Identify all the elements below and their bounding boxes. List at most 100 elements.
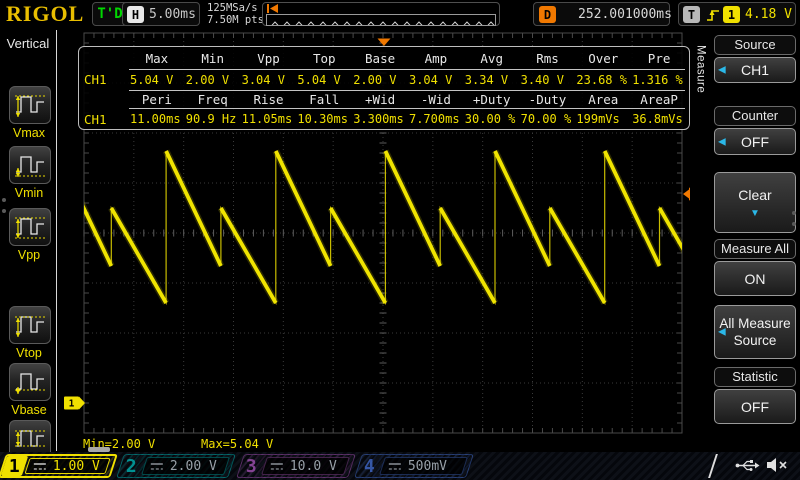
- menu-button-measure-all[interactable]: ON: [714, 261, 796, 296]
- softkey-vtop[interactable]: [9, 306, 51, 344]
- horizontal-badge: H: [127, 6, 144, 23]
- vpp-icon: [13, 213, 47, 241]
- trigger-position-marker[interactable]: [378, 39, 391, 47]
- measure-col-header: Pre: [631, 51, 687, 66]
- measure-col-header: Max: [129, 51, 185, 66]
- chevron-down-icon: ▼: [750, 209, 760, 219]
- max-measurement-label: Max=5.04 V: [201, 437, 273, 451]
- ch1-ground-marker[interactable]: 1: [64, 397, 85, 410]
- menu-title-statistic: Statistic: [714, 367, 796, 387]
- measure-col-header: Amp: [408, 51, 464, 66]
- channel-scale-box: 10.0 V: [261, 457, 350, 475]
- menu-button-statistic[interactable]: OFF: [714, 389, 796, 424]
- measure-col-header: AreaP: [631, 92, 687, 107]
- channel-scale-box: 2.00 V: [141, 457, 230, 475]
- measure-col-header: +Wid: [352, 92, 408, 107]
- vtop-icon: [13, 311, 47, 339]
- measure-col-header: Fall: [296, 92, 352, 107]
- menu-item-all-measure[interactable]: All MeasureSource◀: [714, 305, 796, 359]
- delay-value: 252.001000ms: [578, 7, 672, 22]
- menu-title-measure-all: Measure All: [714, 239, 796, 259]
- menu-button-all-measure[interactable]: All MeasureSource◀: [714, 305, 796, 359]
- menu-item-clear[interactable]: Clear▼: [714, 172, 796, 233]
- menu-item-measure-all[interactable]: Measure AllON: [714, 239, 796, 296]
- channel-scale-box: 1.00 V: [24, 458, 110, 474]
- channel-scale-box: 500mV: [379, 457, 468, 475]
- dc-coupling-icon: [150, 462, 164, 471]
- channel-status-2[interactable]: 22.00 V: [116, 454, 236, 478]
- menu-button-counter[interactable]: OFF◀: [714, 128, 796, 155]
- channel-scale-value: 2.00 V: [170, 459, 217, 474]
- channel-status-4[interactable]: 4500mV: [354, 454, 474, 478]
- measure-col-header: Area: [575, 92, 631, 107]
- menu-item-source[interactable]: SourceCH1◀: [714, 35, 796, 83]
- measure-value-cell: 11.00ms: [129, 112, 185, 126]
- channel-status-1[interactable]: 11.00 V: [0, 454, 118, 478]
- measure-value-cell: 30.00 %: [464, 112, 520, 126]
- vmax-icon: [13, 91, 47, 119]
- measure-table-row: MaxMinVppTopBaseAmpAvgRmsOverPre: [81, 48, 687, 69]
- measure-col-header: Rise: [241, 92, 297, 107]
- menu-item-counter[interactable]: CounterOFF◀: [714, 106, 796, 155]
- dc-coupling-icon: [33, 462, 47, 471]
- menu-item-statistic[interactable]: StatisticOFF: [714, 367, 796, 424]
- left-menu-divider: [56, 30, 57, 451]
- softkey-label-vbase: Vbase: [0, 403, 58, 417]
- record-position-icon: [266, 4, 279, 13]
- measure-col-header: Min: [185, 51, 241, 66]
- measure-value-cell: 5.04 V: [296, 73, 352, 87]
- measure-menu-tab: Measure: [692, 37, 709, 101]
- top-status-bar: RIGOL T'D H 5.00ms 125MSa/s 7.50M pts D …: [0, 0, 800, 29]
- measure-value-cell: 90.9 Hz: [185, 112, 241, 126]
- delay-readout-box[interactable]: D 252.001000ms: [533, 2, 670, 26]
- sample-rate: 125MSa/s: [207, 2, 264, 14]
- softkey-vmin[interactable]: [9, 146, 51, 184]
- chevron-left-icon: ◀: [718, 65, 726, 76]
- table-separator: [129, 69, 685, 70]
- menu-button-source[interactable]: CH1◀: [714, 57, 796, 83]
- oscilloscope-screen: T 1 RIGOL T'D H 5.00ms 125MSa/s 7.50M pts…: [0, 0, 800, 480]
- trigger-level-value: 4.18 V: [745, 7, 792, 22]
- softkey-vbase[interactable]: [9, 363, 51, 401]
- measure-table-row: CH15.04 V2.00 V3.04 V5.04 V2.00 V3.04 V3…: [81, 69, 687, 90]
- measure-value-cell: 23.68 %: [575, 73, 631, 87]
- menu-bottom-tab: [88, 447, 110, 452]
- softkey-label-vpp: Vpp: [0, 248, 58, 262]
- left-edge-dot: [2, 198, 6, 202]
- measure-table-row: PeriFreqRiseFall+Wid-Wid+Duty-DutyAreaAr…: [81, 90, 687, 108]
- vmin-icon: [13, 151, 47, 179]
- trigger-badge: T: [683, 6, 700, 23]
- preview-waveform-icon: [267, 20, 496, 26]
- waveform-record-preview[interactable]: [262, 2, 500, 26]
- dc-coupling-icon: [388, 462, 402, 471]
- measure-col-header: Over: [575, 51, 631, 66]
- usb-icon: [734, 458, 760, 473]
- measure-value-cell: 3.40 V: [520, 73, 576, 87]
- measure-value-cell: 3.04 V: [241, 73, 297, 87]
- right-edge-dot: [792, 222, 796, 226]
- softkey-vmax[interactable]: [9, 86, 51, 124]
- channel-status-3[interactable]: 310.0 V: [236, 454, 356, 478]
- table-separator: [129, 90, 685, 91]
- channel-status-bar: 11.00 V22.00 V310.0 V4500mV: [0, 452, 800, 480]
- measure-col-header: Rms: [520, 51, 576, 66]
- dc-coupling-icon: [270, 462, 284, 471]
- rising-edge-icon: [706, 7, 721, 23]
- right-menu-measure: Measure SourceCH1◀ CounterOFF◀ Clear▼ Measu…: [690, 29, 800, 452]
- channel-scale-value: 1.00 V: [53, 459, 100, 474]
- status-divider: [708, 454, 718, 478]
- measure-value-cell: 3.300ms: [352, 112, 408, 126]
- softkey-vpp[interactable]: [9, 208, 51, 246]
- measure-value-cell: 2.00 V: [185, 73, 241, 87]
- measure-value-cell: 3.34 V: [464, 73, 520, 87]
- horizontal-timebase-box[interactable]: H 5.00ms: [122, 2, 200, 26]
- measure-col-header: Freq: [185, 92, 241, 107]
- measure-row-channel-label: CH1: [81, 72, 129, 87]
- trigger-readout-box[interactable]: T 1 4.18 V: [678, 2, 796, 26]
- sound-muted-icon: [766, 457, 788, 473]
- measure-value-cell: 70.00 %: [520, 112, 576, 126]
- measure-row-channel-label: CH1: [81, 112, 129, 127]
- left-menu-title: Vertical: [0, 36, 56, 51]
- measure-value-cell: 199mVs: [575, 112, 631, 126]
- menu-button-clear[interactable]: Clear▼: [714, 172, 796, 233]
